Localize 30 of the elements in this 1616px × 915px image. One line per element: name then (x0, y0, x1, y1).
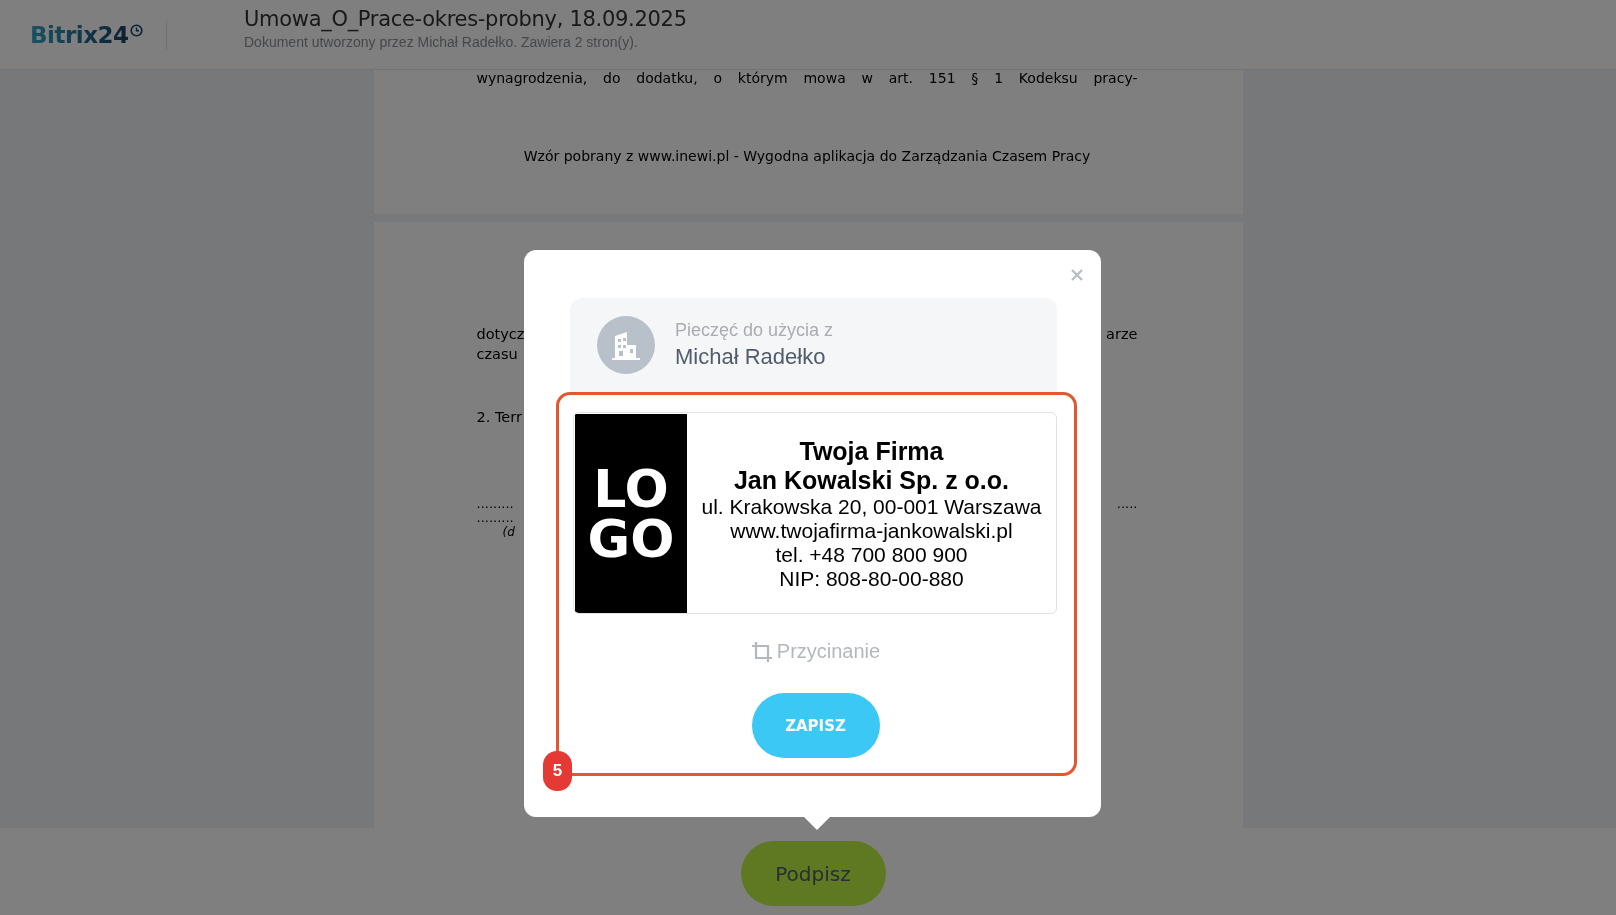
stamp-label: Pieczęć do użycia z (675, 320, 834, 341)
document-text: ......... (476, 497, 514, 511)
document-text: ..... (1116, 497, 1138, 511)
owner-name: Michał Radełko (675, 344, 827, 370)
document-text: arze (1106, 325, 1138, 344)
document-text: wynagrodzenia, do dodatku, o którym mowa w art. 151 § 1 Kodeksu pracy- (476, 70, 1138, 86)
stamp-line: www.twojafirma-jankowalski.pl (730, 519, 1013, 543)
document-text: ......... (476, 511, 514, 525)
stamp-line: NIP: 808-80-00-880 (779, 567, 964, 591)
stamp-line: Jan Kowalski Sp. z o.o. (733, 466, 1010, 495)
building-icon (597, 316, 655, 374)
document-footer: Wzór pobrany z www.inewi.pl - Wygodna aplikacja do Zarządzania Czasem Pracy (476, 148, 1138, 164)
logo-text: GO (587, 513, 675, 564)
crop-icon (750, 640, 773, 663)
stamp-line: ul. Krakowska 20, 00-001 Warszawa (701, 495, 1042, 519)
logo-text: LO (593, 463, 669, 514)
save-button[interactable]: ZAPISZ (751, 693, 880, 758)
document-text: 2. Terr (476, 408, 522, 427)
document-text: (d (502, 525, 515, 539)
stamp-line: Twoja Firma (799, 437, 944, 466)
document-subtitle: Dokument utworzony przez Michał Radełko. Zawiera 2 stron(y). (244, 34, 639, 50)
document-title: Umowa_O_Prace-okres-probny, 18.09.2025 (244, 7, 687, 31)
step-badge: 5 (543, 751, 572, 791)
clock-icon (130, 23, 144, 37)
stamp-line: tel. +48 700 800 900 (775, 543, 968, 567)
document-text: czasu (476, 345, 518, 364)
crop-link[interactable]: Przycinanie (750, 640, 881, 663)
close-icon[interactable] (1070, 268, 1084, 282)
sign-button[interactable]: Podpisz (740, 841, 886, 906)
document-text: dotycz (476, 325, 525, 344)
